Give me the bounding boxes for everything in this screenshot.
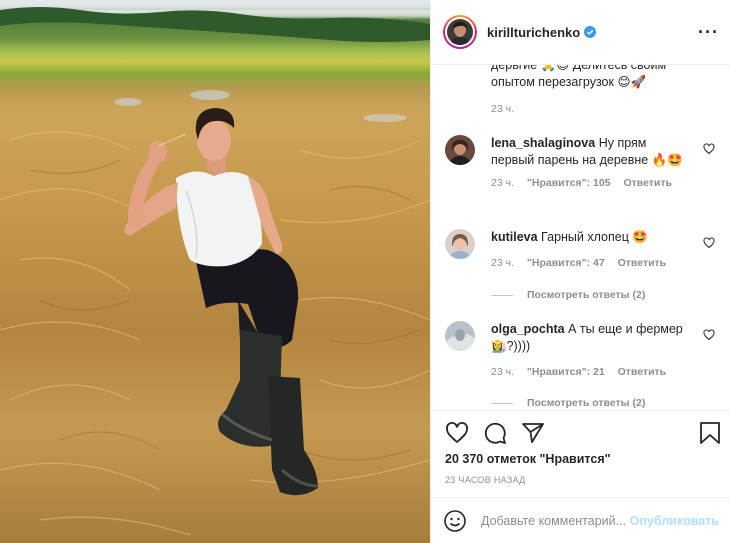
likes-count[interactable]: 20 370 отметок "Нравится" bbox=[445, 452, 611, 466]
comment-time[interactable]: 23 ч. bbox=[491, 366, 514, 378]
author-avatar-image bbox=[447, 19, 473, 45]
replies-divider bbox=[491, 402, 513, 404]
post-details-panel: kirillturichenko ··· дерьгие 🙏😊 Делитесь… bbox=[430, 0, 730, 543]
heart-icon[interactable] bbox=[445, 421, 469, 445]
comment-item: lena_shalaginova Ну прям первый парень н… bbox=[445, 135, 725, 189]
comment-like-heart-icon[interactable] bbox=[703, 237, 715, 249]
comment-like-heart-icon[interactable] bbox=[703, 143, 715, 155]
commenter-avatar[interactable] bbox=[445, 229, 475, 259]
comment-time[interactable]: 23 ч. bbox=[491, 177, 514, 189]
post-header: kirillturichenko ··· bbox=[431, 0, 730, 65]
comment-item: olga_pochta А ты еще и фермер 👩‍🌾?)))) 2… bbox=[445, 321, 725, 378]
caption-line-2: опытом перезагрузок 😊🚀 bbox=[491, 75, 647, 89]
caption-line-1: дерьгие 🙏😊 Делитесь своим bbox=[491, 65, 667, 72]
add-comment-bar: Добавьте комментарий... Опубликовать bbox=[431, 497, 730, 543]
comment-meta: 23 ч. "Нравится": 21 Ответить bbox=[491, 366, 691, 378]
more-options-icon[interactable]: ··· bbox=[698, 23, 719, 41]
comment-username[interactable]: lena_shalaginova bbox=[491, 136, 595, 150]
reply-button[interactable]: Ответить bbox=[623, 177, 672, 189]
share-icon[interactable] bbox=[521, 421, 545, 445]
caption-tail: дерьгие 🙏😊 Делитесь своим опытом перезаг… bbox=[491, 65, 711, 115]
publish-button[interactable]: Опубликовать bbox=[630, 514, 719, 528]
commenter-avatar[interactable] bbox=[445, 321, 475, 351]
photo-illustration bbox=[0, 7, 430, 536]
comment-likes[interactable]: "Нравится": 21 bbox=[527, 366, 605, 378]
view-replies-label: Посмотреть ответы (2) bbox=[527, 397, 646, 409]
comment-username[interactable]: olga_pochta bbox=[491, 322, 565, 336]
replies-divider bbox=[491, 294, 513, 296]
comment-input[interactable]: Добавьте комментарий... bbox=[481, 514, 630, 528]
comment-likes[interactable]: "Нравится": 47 bbox=[527, 257, 605, 269]
comment-text: Гарный хлопец 🤩 bbox=[541, 230, 648, 244]
author-avatar[interactable] bbox=[443, 15, 477, 49]
commenter-avatar[interactable] bbox=[445, 135, 475, 165]
post-actions: 20 370 отметок "Нравится" 23 ЧАСОВ НАЗАД bbox=[431, 410, 730, 495]
comment-like-heart-icon[interactable] bbox=[703, 329, 715, 341]
comment-meta: 23 ч. "Нравится": 105 Ответить bbox=[491, 177, 691, 189]
reply-button[interactable]: Ответить bbox=[618, 366, 667, 378]
comment-likes[interactable]: "Нравится": 105 bbox=[527, 177, 611, 189]
verified-badge-icon bbox=[584, 26, 597, 38]
caption-time: 23 ч. bbox=[491, 103, 514, 115]
posted-ago[interactable]: 23 ЧАСОВ НАЗАД bbox=[445, 475, 526, 485]
view-replies-label: Посмотреть ответы (2) bbox=[527, 289, 646, 301]
comment-username[interactable]: kutileva bbox=[491, 230, 538, 244]
comment-item: kutileva Гарный хлопец 🤩 23 ч. "Нравится… bbox=[445, 229, 725, 269]
comments-list[interactable]: дерьгие 🙏😊 Делитесь своим опытом перезаг… bbox=[431, 65, 730, 410]
view-replies-button[interactable]: Посмотреть ответы (2) bbox=[491, 289, 645, 301]
view-replies-button[interactable]: Посмотреть ответы (2) bbox=[491, 397, 645, 409]
instagram-post: kirillturichenko ··· дерьгие 🙏😊 Делитесь… bbox=[0, 0, 730, 543]
reply-button[interactable]: Ответить bbox=[618, 257, 667, 269]
post-photo[interactable] bbox=[0, 0, 430, 543]
comment-icon[interactable] bbox=[483, 421, 507, 445]
comment-time[interactable]: 23 ч. bbox=[491, 257, 514, 269]
bookmark-icon[interactable] bbox=[699, 421, 721, 445]
emoji-icon[interactable] bbox=[443, 509, 467, 533]
author-username[interactable]: kirillturichenko bbox=[487, 25, 580, 40]
comment-meta: 23 ч. "Нравится": 47 Ответить bbox=[491, 257, 691, 269]
